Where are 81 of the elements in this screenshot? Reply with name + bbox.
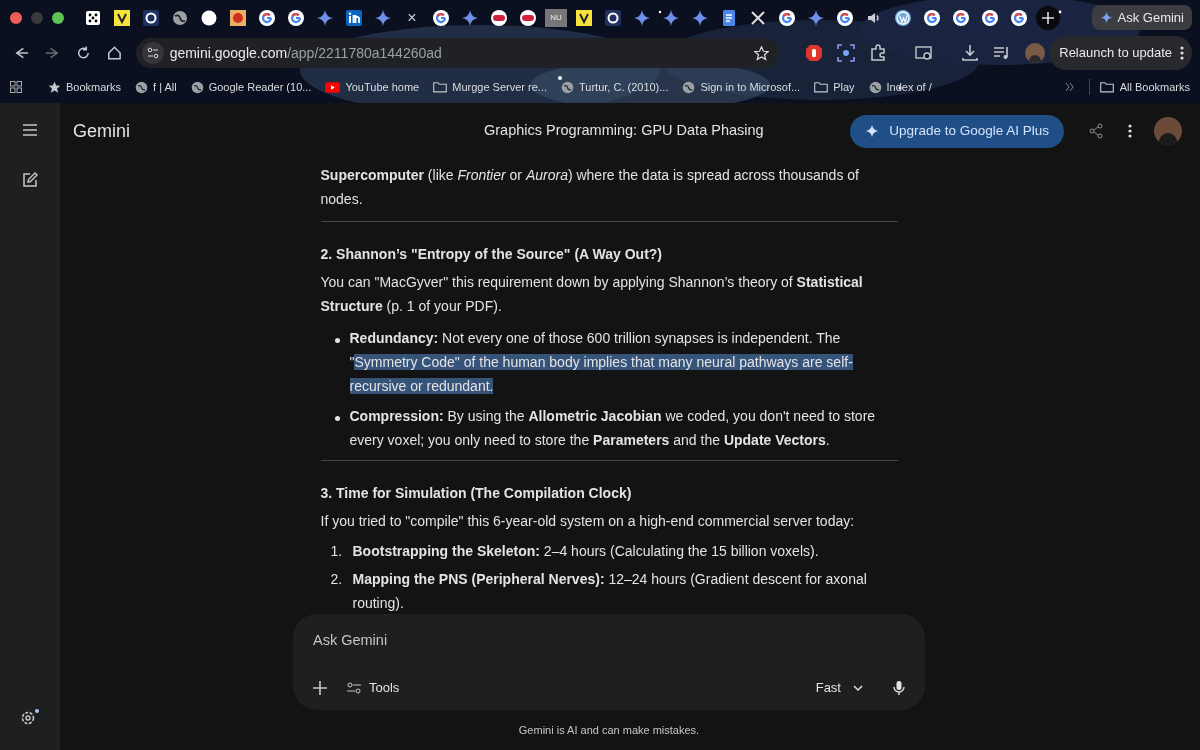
paragraph: Supercomputer (like Frontier or Aurora) where the data is spread across thousands of nodes.	[320, 166, 860, 209]
folder-icon	[814, 81, 829, 93]
globe-icon	[135, 80, 149, 94]
site-settings-icon[interactable]	[146, 47, 159, 59]
tab-favicon[interactable]	[836, 8, 854, 27]
prompt-input[interactable]: Ask Gemini	[313, 629, 905, 652]
more-icon	[1180, 46, 1184, 60]
bookmark-link[interactable]: Turtur, C. (2010)...	[579, 78, 669, 96]
tab-favicon[interactable]	[200, 8, 218, 27]
bookmark-link[interactable]: YouTube home	[345, 78, 420, 96]
globe-icon	[868, 80, 882, 94]
bullet-text: Redundancy: Not every one of those 600 trillion synapses is independent. The "Symmetry Code" of the human body implies that many neural pathways are self-recursive or redundant.	[349, 329, 854, 396]
tools-button[interactable]: Tools	[347, 678, 400, 698]
url-domain: gemini.google.com	[169, 43, 288, 63]
sparkle-icon	[1099, 11, 1113, 24]
section-heading: 2. Shannon’s "Entropy of the Source" (A Way Out?)	[320, 245, 663, 264]
tab-favicon[interactable]	[287, 8, 305, 27]
list-number: 2.	[330, 570, 343, 589]
tab-favicon[interactable]	[1010, 8, 1028, 27]
bookmark-link[interactable]: f | All	[153, 78, 177, 96]
relaunch-button[interactable]: Relaunch to update	[1049, 36, 1192, 70]
more-bookmarks-icon[interactable]	[1064, 82, 1075, 92]
bookmark-link[interactable]: Sign in to Microsof...	[700, 78, 801, 96]
plus-icon	[1042, 11, 1054, 24]
globe-icon	[190, 80, 204, 94]
tab-favicon[interactable]	[952, 8, 970, 27]
menu-icon[interactable]	[23, 124, 37, 136]
download-icon[interactable]	[961, 44, 980, 62]
address-bar[interactable]: gemini.google.com/app/2211780a144260ad	[135, 38, 780, 68]
star-icon	[48, 80, 61, 94]
bookmark-link[interactable]: Murgge Server re...	[452, 78, 547, 96]
new-chat-icon[interactable]	[22, 172, 38, 188]
settings-icon[interactable]	[20, 708, 40, 726]
video-play-icon	[325, 81, 341, 93]
bullet-text: Compression: By using the Allometric Jacobian we coded, you don't need to store every voxel; you only need to store the Parameters and the Update Vectors.	[349, 407, 877, 450]
tab-favicon[interactable]	[258, 8, 276, 27]
sliders-icon	[347, 681, 361, 694]
bullet-icon	[334, 338, 340, 343]
lens-icon[interactable]	[837, 44, 856, 62]
app-name: Gemini	[73, 119, 131, 143]
globe-icon	[561, 80, 574, 94]
folder-icon	[433, 81, 448, 93]
share-icon[interactable]	[1089, 123, 1103, 139]
tab-favicon[interactable]	[490, 8, 508, 27]
microphone-icon[interactable]	[893, 679, 905, 696]
tab-favicon[interactable]	[778, 8, 796, 27]
bookmark-link[interactable]: Bookmarks	[66, 78, 122, 96]
caret-icon	[853, 684, 863, 691]
tab-favicon[interactable]	[749, 8, 767, 27]
bookmark-link[interactable]: Play	[833, 78, 855, 96]
upgrade-button[interactable]: Upgrade to Google AI Plus	[850, 114, 1064, 148]
ask-gemini-button[interactable]: Ask Gemini	[1091, 5, 1192, 30]
globe-icon	[682, 80, 696, 94]
paragraph: You can "MacGyver" this requirement down by applying Shannon’s theory of Statistical Structure (p. 1 of your PDF).	[320, 273, 864, 316]
paragraph: If you tried to "compile" this 6-year-old system on a high-end commercial server today:	[320, 512, 856, 531]
disclaimer: Gemini is AI and can make mistakes.	[518, 722, 700, 738]
tab-favicon[interactable]	[171, 8, 189, 27]
tab-favicon[interactable]	[432, 8, 450, 27]
tab-close-button[interactable]: ×	[400, 5, 424, 30]
bullet-icon	[334, 416, 340, 421]
list-item-text: Mapping the PNS (Peripheral Nerves): 12–24 hours (Gradient descent for axonal routing).	[352, 570, 868, 613]
list-item-text: Bootstrapping the Skeleton: 2–4 hours (Calculating the 15 billion voxels).	[352, 542, 819, 561]
all-bookmarks-link[interactable]: All Bookmarks	[1119, 78, 1190, 96]
tab-favicon[interactable]	[981, 8, 999, 27]
tab-favicon[interactable]	[894, 8, 912, 27]
bookmark-link[interactable]: Google Reader (10...	[208, 78, 312, 96]
section-heading: 3. Time for Simulation (The Compilation Clock)	[320, 484, 633, 503]
more-options-icon[interactable]	[1128, 124, 1132, 138]
folder-icon	[1099, 81, 1114, 93]
puzzle-icon[interactable]	[869, 44, 888, 62]
add-icon[interactable]	[313, 680, 327, 695]
bookmark-link[interactable]: Index of /	[886, 78, 932, 96]
apps-grid-icon[interactable]	[10, 81, 22, 93]
list-number: 1.	[330, 542, 343, 561]
tab-favicon[interactable]	[923, 8, 941, 27]
tab-favicon[interactable]	[519, 8, 537, 27]
prompt-box[interactable]: Ask Gemini Tools Fast	[293, 613, 925, 710]
url-path: /app/2211780a144260ad	[287, 43, 442, 63]
mode-dropdown[interactable]: Fast	[815, 678, 863, 698]
chat-title: Graphics Programming: GPU Data Phasing	[484, 121, 764, 141]
bookmark-star-icon[interactable]	[754, 45, 770, 61]
